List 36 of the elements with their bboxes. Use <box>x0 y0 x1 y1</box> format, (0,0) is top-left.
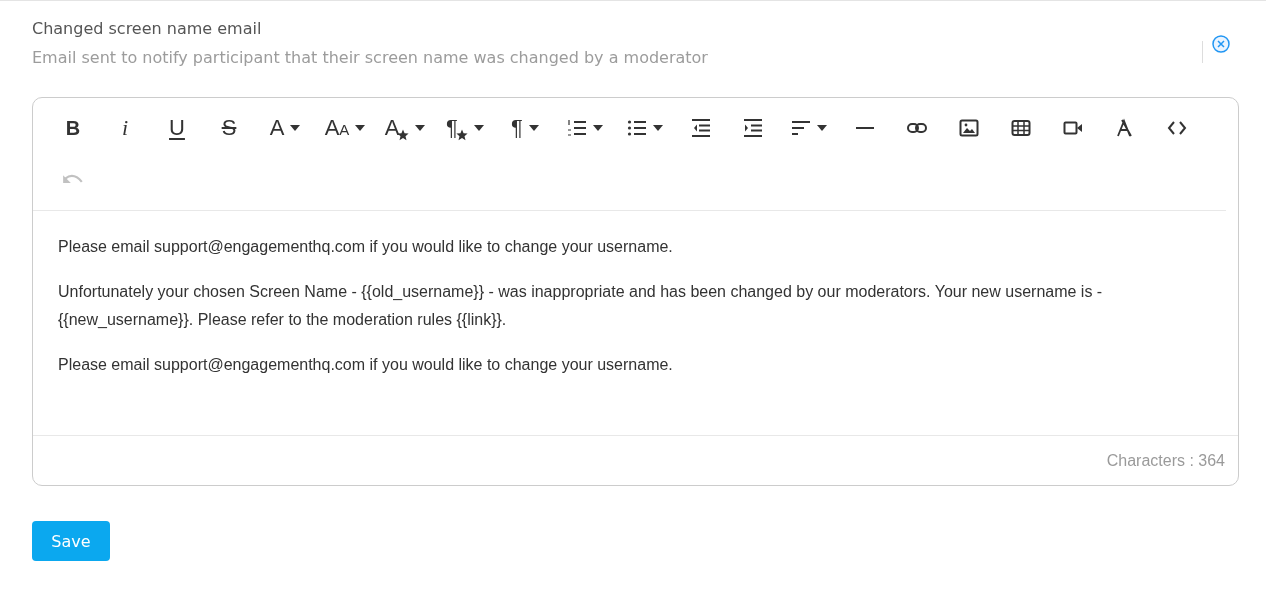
paragraph: Unfortunately your chosen Screen Name - {{old_username}} - was inappropriate and has been changed by our moderators. Your new username is - {{new_username}}. Please refer to the moderation rules {{link}}. <box>58 282 1104 330</box>
toolbar-button[interactable]: A <box>255 112 315 144</box>
toolbar-button[interactable]: B <box>47 112 99 144</box>
indent-icon <box>743 118 763 138</box>
bullet-list-icon <box>627 118 647 138</box>
clear-formatting-icon <box>1115 118 1135 138</box>
email-description: Email sent to notify participant that their screen name was changed by a moderator <box>32 48 709 67</box>
caret-icon <box>290 125 301 131</box>
caret-icon <box>355 125 366 131</box>
star-icon <box>397 129 410 141</box>
toolbar-button[interactable]: i <box>99 112 151 144</box>
numbered-list-icon <box>567 118 587 138</box>
toolbar-button[interactable]: U <box>151 112 203 144</box>
caret-icon <box>415 125 426 131</box>
paragraph: Please email support@engagementhq.com if you would like to change your username. <box>58 355 674 375</box>
toolbar-button[interactable]: AA <box>315 112 375 144</box>
paragraph: Please email support@engagementhq.com if you would like to change your username. <box>58 237 674 257</box>
caret-icon <box>528 125 539 131</box>
toolbar-button[interactable]: A <box>375 112 435 144</box>
caret-icon <box>473 125 484 131</box>
toolbar-button[interactable]: ¶ <box>495 112 555 144</box>
email-title: Changed screen name email <box>32 19 263 38</box>
horizontal-line-icon <box>856 127 874 129</box>
caret-icon <box>593 125 603 131</box>
image-icon <box>959 118 979 138</box>
align-icon <box>791 118 811 138</box>
undo-icon <box>62 173 84 183</box>
caret-icon <box>653 125 663 131</box>
toolbar-button[interactable]: ¶ <box>435 112 495 144</box>
star-icon <box>455 129 468 141</box>
toolbar-button[interactable]: S <box>203 112 255 144</box>
caret-icon <box>817 125 827 131</box>
outdent-icon <box>691 118 711 138</box>
table-icon <box>1011 118 1031 138</box>
character-count: Characters : 364 <box>1106 451 1225 470</box>
close-button[interactable] <box>1212 35 1230 53</box>
